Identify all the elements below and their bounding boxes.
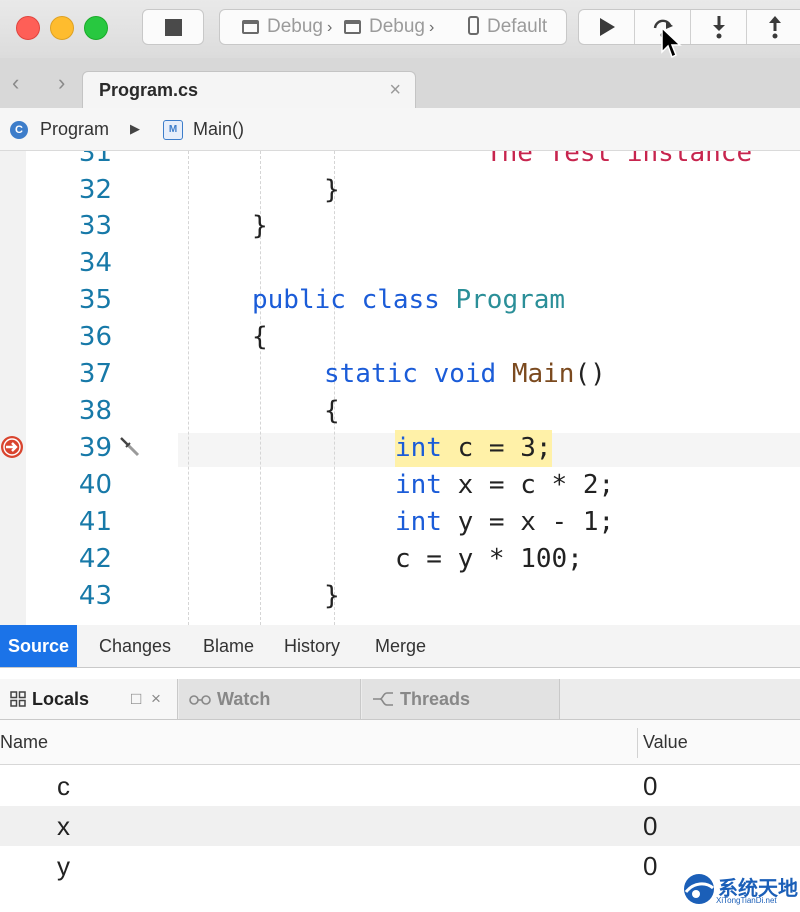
run-configuration-selector[interactable]: Debug › Debug › Default — [219, 9, 567, 45]
device-icon — [468, 16, 479, 35]
code-line: 35 public class Program — [78, 285, 566, 315]
step-out-button[interactable] — [747, 10, 800, 44]
current-statement-highlight: int c = 3; — [395, 430, 552, 467]
tab-blame[interactable]: Blame — [203, 625, 254, 667]
column-name[interactable]: Name — [0, 732, 48, 753]
version-control-tabs: Source Changes Blame History Merge — [0, 625, 800, 668]
tab-merge[interactable]: Merge — [375, 625, 426, 667]
site-watermark: 系统天地 XiTongTianDi.net — [680, 868, 800, 912]
tab-program-cs[interactable]: Program.cs × — [82, 71, 416, 109]
table-row[interactable]: x 0 — [0, 806, 800, 846]
tab-watch[interactable]: Watch — [179, 679, 361, 719]
step-into-button[interactable] — [691, 10, 747, 44]
project-config-selector[interactable]: Debug › — [242, 10, 332, 44]
continue-button[interactable] — [579, 10, 635, 44]
code-editor[interactable]: 31 The Test instance 32 } 33 } 34 35 pub… — [0, 151, 800, 625]
column-divider[interactable] — [637, 728, 638, 758]
grid-icon — [10, 691, 26, 707]
toolbar: Debug › Debug › Default — [0, 0, 800, 59]
code-line: 40 int x = c * 2; — [78, 470, 615, 500]
step-out-icon — [768, 16, 781, 39]
code-line: 31 The Test instance — [78, 151, 753, 168]
local-name: x — [57, 811, 70, 841]
stop-button[interactable] — [142, 9, 204, 45]
close-icon[interactable]: × — [389, 79, 401, 102]
breadcrumb-class[interactable]: Program — [40, 119, 109, 140]
code-line: 41 int y = x - 1; — [78, 507, 615, 537]
window-close-button[interactable] — [16, 16, 40, 40]
code-line: 37 static void Main() — [78, 359, 606, 389]
tab-history[interactable]: History — [284, 625, 340, 667]
window-icon — [242, 20, 259, 34]
step-into-icon — [712, 16, 725, 39]
forward-arrow-icon[interactable]: › — [58, 70, 65, 96]
code-line: 43 } — [78, 581, 340, 611]
window-icon — [344, 20, 361, 34]
tab-source[interactable]: Source — [0, 625, 78, 667]
tab-changes[interactable]: Changes — [99, 625, 171, 667]
code-line: 38 { — [78, 396, 340, 426]
debug-controls — [578, 9, 800, 45]
code-line: 32 } — [78, 175, 340, 205]
stop-icon — [165, 19, 182, 36]
code-line: 33 } — [78, 211, 268, 241]
local-value[interactable]: 0 — [643, 771, 657, 802]
code-line-current: 39 int c = 3; — [0, 430, 800, 467]
watermark-logo-icon — [684, 874, 714, 904]
device-selector[interactable]: Default — [468, 10, 547, 44]
tab-threads[interactable]: Threads — [362, 679, 560, 719]
local-name: y — [57, 851, 70, 881]
code-line: 36 { — [78, 322, 268, 352]
local-name: c — [57, 771, 70, 801]
window-zoom-button[interactable] — [84, 16, 108, 40]
tab-locals[interactable]: Locals □ × — [0, 679, 178, 719]
local-value[interactable]: 0 — [643, 811, 657, 842]
close-icon[interactable]: × — [151, 679, 161, 719]
code-line: 42 c = y * 100; — [78, 544, 583, 574]
play-icon — [599, 18, 615, 36]
local-value[interactable]: 0 — [643, 851, 657, 882]
window-minimize-button[interactable] — [50, 16, 74, 40]
breadcrumb-method[interactable]: Main() — [193, 119, 244, 140]
class-icon: C — [10, 121, 28, 139]
breadcrumb-separator-icon: ▶ — [130, 121, 140, 136]
table-row[interactable]: c 0 — [0, 766, 800, 806]
build-config-selector[interactable]: Debug › — [344, 10, 434, 44]
column-value[interactable]: Value — [643, 732, 688, 753]
tab-label: Program.cs — [99, 80, 199, 100]
code-line: 34 — [78, 248, 112, 278]
locals-table-header: Name Value — [0, 720, 800, 765]
mouse-cursor-icon — [661, 26, 682, 59]
threads-icon — [373, 692, 393, 706]
back-arrow-icon[interactable]: ‹ — [12, 70, 19, 96]
glasses-icon — [189, 695, 211, 705]
method-icon: M — [163, 120, 183, 140]
debug-pad-tabs: Locals □ × Watch Threads — [0, 679, 800, 720]
maximize-pad-icon[interactable]: □ — [131, 679, 141, 719]
breadcrumb: C Program ▶ M Main() — [0, 108, 800, 151]
document-tab-bar: ‹ › Program.cs × — [0, 58, 800, 109]
